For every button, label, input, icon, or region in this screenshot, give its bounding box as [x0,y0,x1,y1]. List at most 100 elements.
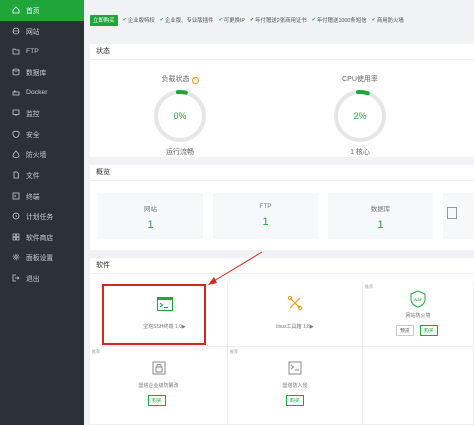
promo-feature-label: 企业版、专业版插件 [164,18,214,24]
promo-feature: ✔ 企业版、专业版插件 [160,16,214,24]
sidebar-item-label: 软件商店 [26,234,54,242]
promo-feature: ✔ 可更换IP [218,16,244,24]
sidebar-item-label: 计划任务 [26,214,54,222]
software-item-linux-tools[interactable]: linux工具箱 1.8▶ [228,282,363,347]
software-name[interactable]: linux工具箱 1.8▶ [228,323,362,330]
overview-panel: 概览 网站 1 FTP 1 数据库 1 [90,165,474,250]
terminal-icon [11,191,21,201]
status-title: 状态 [90,44,474,60]
card-label: 网站 [144,206,157,213]
sidebar-item-label: FTP [26,47,39,55]
load-gauge[interactable]: 负载状态! 0% 运行流畅 [140,74,220,157]
software-name: 堡塔防入侵 [282,383,308,389]
sidebar-item-label: 监控 [26,111,40,119]
cpu-sub: 1 核心 [350,149,370,156]
warning-icon[interactable]: ! [191,76,199,84]
terminal-icon [156,297,173,311]
sidebar-item[interactable]: 软件商店 [0,227,84,248]
buy-button[interactable]: 购买 [286,395,304,406]
globe-icon [11,26,21,36]
check-icon: ✔ [218,17,223,23]
card-label: 数据库 [370,206,391,213]
sidebar: 首页网站 FTP 数据库 Docker 监控安全防火墙文件 终端计划任务软件商店面板设置退… [0,0,84,425]
sidebar-item-label: 防火墙 [26,152,47,160]
overview-card-more [443,193,474,239]
recommend-tag: 推荐 [92,349,100,354]
sidebar-item[interactable]: 网站 [0,21,84,42]
card-value[interactable]: 1 [98,219,203,231]
recommend-tag: 推荐 [230,349,238,354]
shield-icon [11,129,21,139]
firewall-icon [11,149,21,159]
card-value[interactable]: 1 [213,216,318,228]
sidebar-item-label: 首页 [26,8,40,16]
cpu-label: CPU使用率 [342,76,378,83]
cpu-value: 2% [353,111,367,121]
sidebar-item[interactable]: 退出 [0,268,84,289]
promo-feature-label: 可更换IP [223,18,245,24]
file-icon [11,170,21,180]
recommend-tag: 推荐 [365,284,373,289]
check-icon: ✔ [249,17,255,23]
clock-icon [11,211,21,221]
buy-button[interactable]: 购买 [148,395,166,406]
tools-icon [287,295,303,311]
software-name: 网站防火墙 [405,313,431,319]
sidebar-item[interactable]: 面板设置 [0,247,84,268]
software-item-ssh[interactable]: 宝塔SSH终端 1.0▶ [102,282,228,347]
docker-icon [11,88,21,98]
promo-feature-label: 企业版特权 [127,18,155,24]
file-icon [447,207,457,219]
software-item-intrusion[interactable]: 推荐 堡塔防入侵 购买 [228,347,363,425]
promo-feature-label: 年付赠送1000条短信 [316,18,367,24]
promo-feature-label: 商用防火墙 [376,18,404,24]
load-sub: 运行流畅 [166,149,194,156]
main-content: 立即购买 ✔ 企业版特权 ✔ 企业版、专业版插件 ✔ 可更换IP ✔ 年付赠送2张商用证书 ✔ 年… [84,0,474,425]
home-icon [11,5,21,15]
sidebar-item-label: 数据库 [26,70,47,78]
sidebar-item[interactable]: 监控 [0,103,84,124]
buy-now-button[interactable]: 立即购买 [90,14,118,26]
sidebar-item[interactable]: 防火墙 [0,144,84,165]
software-panel: 软件 宝塔SSH终端 1.0▶ linux工具箱 1.8▶ 推荐 WAF 网站防… [90,258,474,425]
software-item-tamper[interactable]: 推荐 堡塔企业级防篡改 购买 [90,347,228,425]
sidebar-item[interactable]: 首页 [0,0,84,21]
svg-text:WAF: WAF [414,297,423,302]
overview-card-database[interactable]: 数据库 1 [328,193,433,239]
sidebar-item[interactable]: Docker [0,82,84,103]
software-item-waf[interactable]: 推荐 WAF 网站防火墙 预览 购买 [363,282,474,347]
logout-icon [11,273,21,283]
promo-feature: ✔ 企业版特权 [123,16,155,24]
sidebar-item[interactable]: 终端 [0,185,84,206]
monitor-icon [11,108,21,118]
check-icon: ✔ [371,17,376,23]
promo-feature: ✔ 年付赠送1000条短信 [312,16,367,24]
sidebar-item[interactable]: 文件 [0,165,84,186]
intrusion-terminal-icon [288,361,302,375]
sidebar-item-label: 网站 [26,28,40,36]
sidebar-item[interactable]: 安全 [0,124,84,145]
overview-title: 概览 [90,165,474,181]
check-icon: ✔ [159,17,164,23]
promo-feature: ✔ 年付赠送2张商用证书 [250,16,307,24]
software-title: 软件 [90,258,474,274]
sidebar-item-label: 退出 [26,276,40,284]
sidebar-item[interactable]: FTP [0,41,84,62]
file-lock-icon [152,361,165,375]
cpu-gauge[interactable]: CPU使用率 2% 1 核心 [320,74,400,157]
sidebar-item[interactable]: 计划任务 [0,206,84,227]
sidebar-item[interactable]: 数据库 [0,62,84,83]
promo-feature: ✔ 商用防火墙 [372,16,404,24]
overview-card-sites[interactable]: 网站 1 [98,193,203,239]
sidebar-item-label: Docker [26,89,48,97]
load-label: 负载状态 [161,76,190,83]
software-name[interactable]: 宝塔SSH终端 1.0▶ [102,323,227,330]
overview-card-ftp[interactable]: FTP 1 [213,193,318,239]
database-icon [11,67,21,77]
card-value[interactable]: 1 [328,219,433,231]
promo-bar: 立即购买 ✔ 企业版特权 ✔ 企业版、专业版插件 ✔ 可更换IP ✔ 年付赠送2张商用证书 ✔ 年… [90,13,474,27]
software-name: 堡塔企业级防篡改 [138,383,179,389]
buy-button[interactable]: 购买 [420,325,438,336]
preview-button[interactable]: 预览 [396,325,414,336]
card-label: FTP [259,203,272,210]
